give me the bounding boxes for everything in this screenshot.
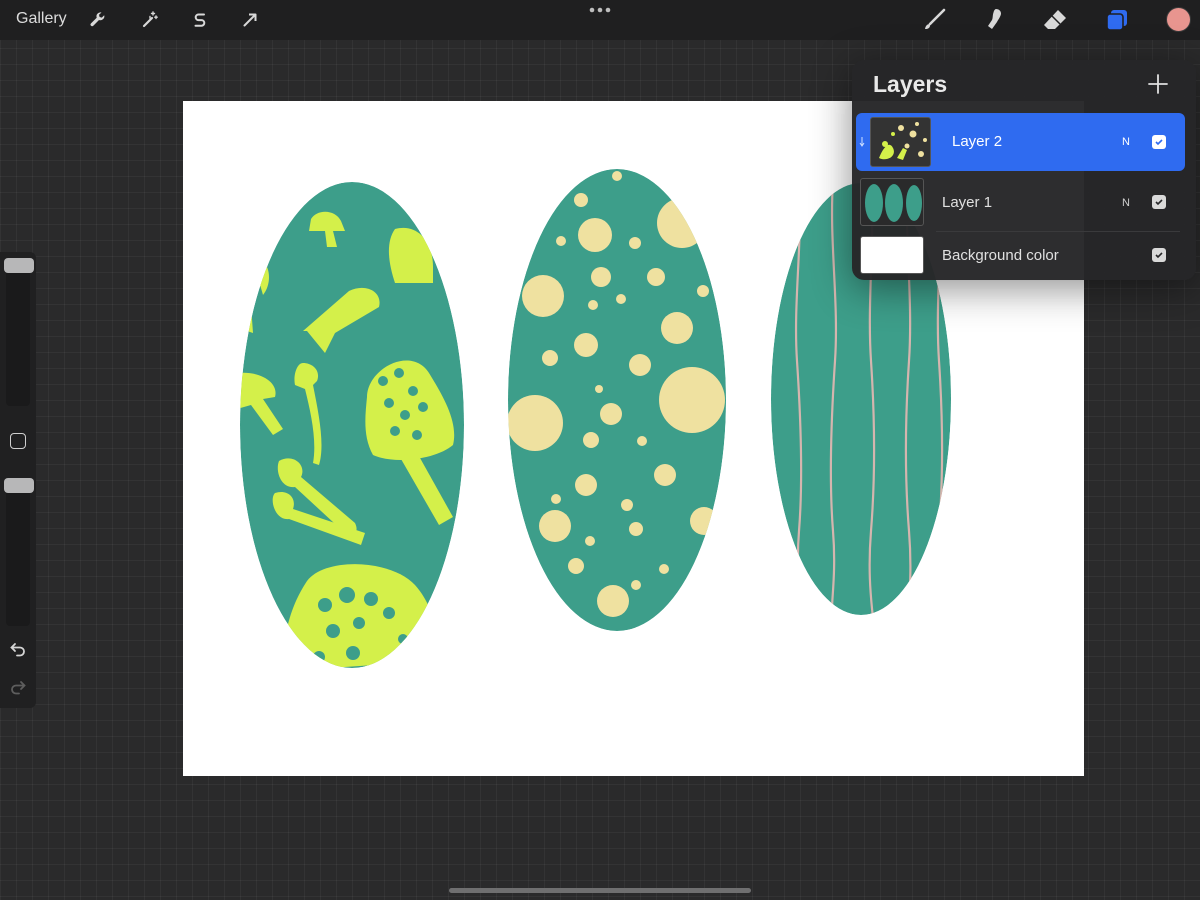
layers-icon[interactable] xyxy=(1103,6,1131,34)
layer-row-layer-1[interactable]: Layer 1 N xyxy=(856,174,1185,230)
color-picker-swatch[interactable] xyxy=(1166,7,1191,32)
brush-icon[interactable] xyxy=(920,6,948,34)
layer-2-blend-mode[interactable]: N xyxy=(1122,136,1130,148)
brush-size-slider-track[interactable] xyxy=(6,258,30,406)
opacity-slider-thumb[interactable] xyxy=(4,478,34,493)
dots-oval xyxy=(508,169,726,631)
background-color-name: Background color xyxy=(942,247,1059,264)
mushroom-oval xyxy=(240,182,464,668)
layer-1-visibility-checkbox[interactable] xyxy=(1152,195,1166,209)
layer-1-thumbnail xyxy=(860,178,924,226)
layer-1-blend-mode[interactable]: N xyxy=(1122,197,1130,209)
selection-s-icon[interactable] xyxy=(186,6,214,34)
opacity-slider-track[interactable] xyxy=(6,478,30,626)
redo-icon[interactable] xyxy=(9,678,27,696)
clipping-mask-icon xyxy=(859,135,865,147)
layer-row-background-color[interactable]: Background color xyxy=(856,232,1185,278)
undo-icon[interactable] xyxy=(9,640,27,658)
transform-arrow-icon[interactable] xyxy=(236,6,264,34)
left-sidebar xyxy=(0,252,36,708)
eraser-icon[interactable] xyxy=(1041,6,1069,34)
modify-button[interactable] xyxy=(10,433,26,449)
magic-wand-icon[interactable] xyxy=(136,6,164,34)
layer-2-visibility-checkbox[interactable] xyxy=(1152,135,1166,149)
layers-panel-title: Layers xyxy=(873,71,948,97)
wrench-icon[interactable] xyxy=(84,6,112,34)
gallery-button[interactable]: Gallery xyxy=(16,10,67,28)
layer-2-name: Layer 2 xyxy=(952,133,1003,150)
more-options-icon[interactable] xyxy=(586,2,614,18)
brush-size-slider-thumb[interactable] xyxy=(4,258,34,273)
add-layer-icon[interactable] xyxy=(1146,72,1170,96)
background-color-thumbnail xyxy=(860,236,924,274)
smudge-icon[interactable] xyxy=(980,6,1008,34)
home-indicator[interactable] xyxy=(449,888,751,893)
layers-panel: Layers Layer 2 N Layer 1 N Background co… xyxy=(852,60,1196,280)
layer-row-layer-2[interactable]: Layer 2 N xyxy=(856,113,1185,171)
layer-1-name: Layer 1 xyxy=(942,194,993,211)
background-visibility-checkbox[interactable] xyxy=(1152,248,1166,262)
top-toolbar: Gallery xyxy=(0,0,1200,40)
layer-2-thumbnail xyxy=(870,117,931,167)
